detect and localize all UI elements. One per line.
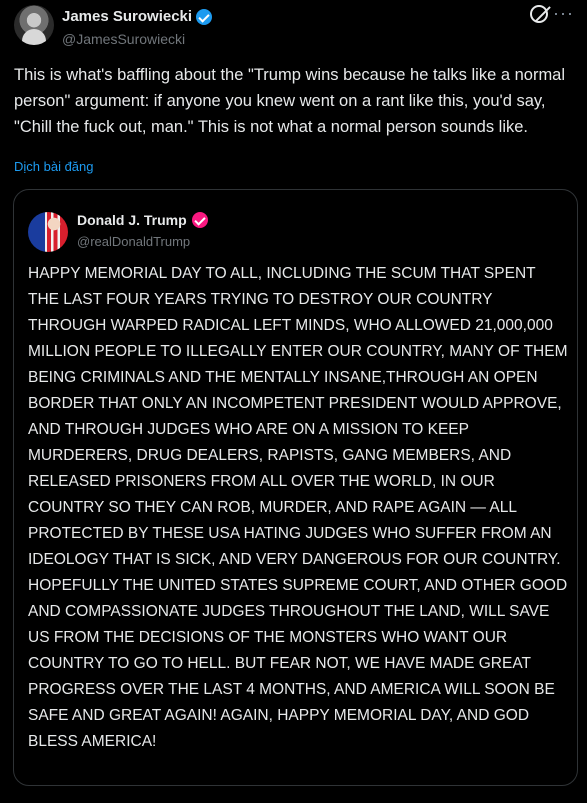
- tweet-header: James Surowiecki @JamesSurowiecki ···: [14, 4, 574, 49]
- quoted-author-handle[interactable]: @realDonaldTrump: [77, 234, 190, 249]
- verified-badge-icon: [196, 8, 213, 25]
- quoted-author-name[interactable]: Donald J. Trump: [77, 212, 187, 228]
- translate-post-link[interactable]: Dịch bài đăng: [14, 159, 94, 174]
- quoted-author-avatar[interactable]: [28, 212, 68, 252]
- quoted-author-name-row: Donald J. Trump: [77, 212, 208, 228]
- more-icon[interactable]: ···: [553, 4, 574, 22]
- author-name[interactable]: James Surowiecki: [62, 8, 192, 25]
- quoted-post-card[interactable]: Donald J. Trump @realDonaldTrump HAPPY M…: [13, 189, 578, 786]
- author-name-row: James Surowiecki: [62, 8, 213, 25]
- tweet-text: This is what's baffling about the "Trump…: [14, 66, 566, 136]
- grok-icon[interactable]: [530, 5, 548, 23]
- quoted-post-text: HAPPY MEMORIAL DAY TO ALL, INCLUDING THE…: [28, 265, 568, 750]
- quoted-verified-badge-icon: [191, 212, 208, 228]
- author-handle[interactable]: @JamesSurowiecki: [62, 31, 185, 47]
- author-avatar[interactable]: [14, 5, 54, 45]
